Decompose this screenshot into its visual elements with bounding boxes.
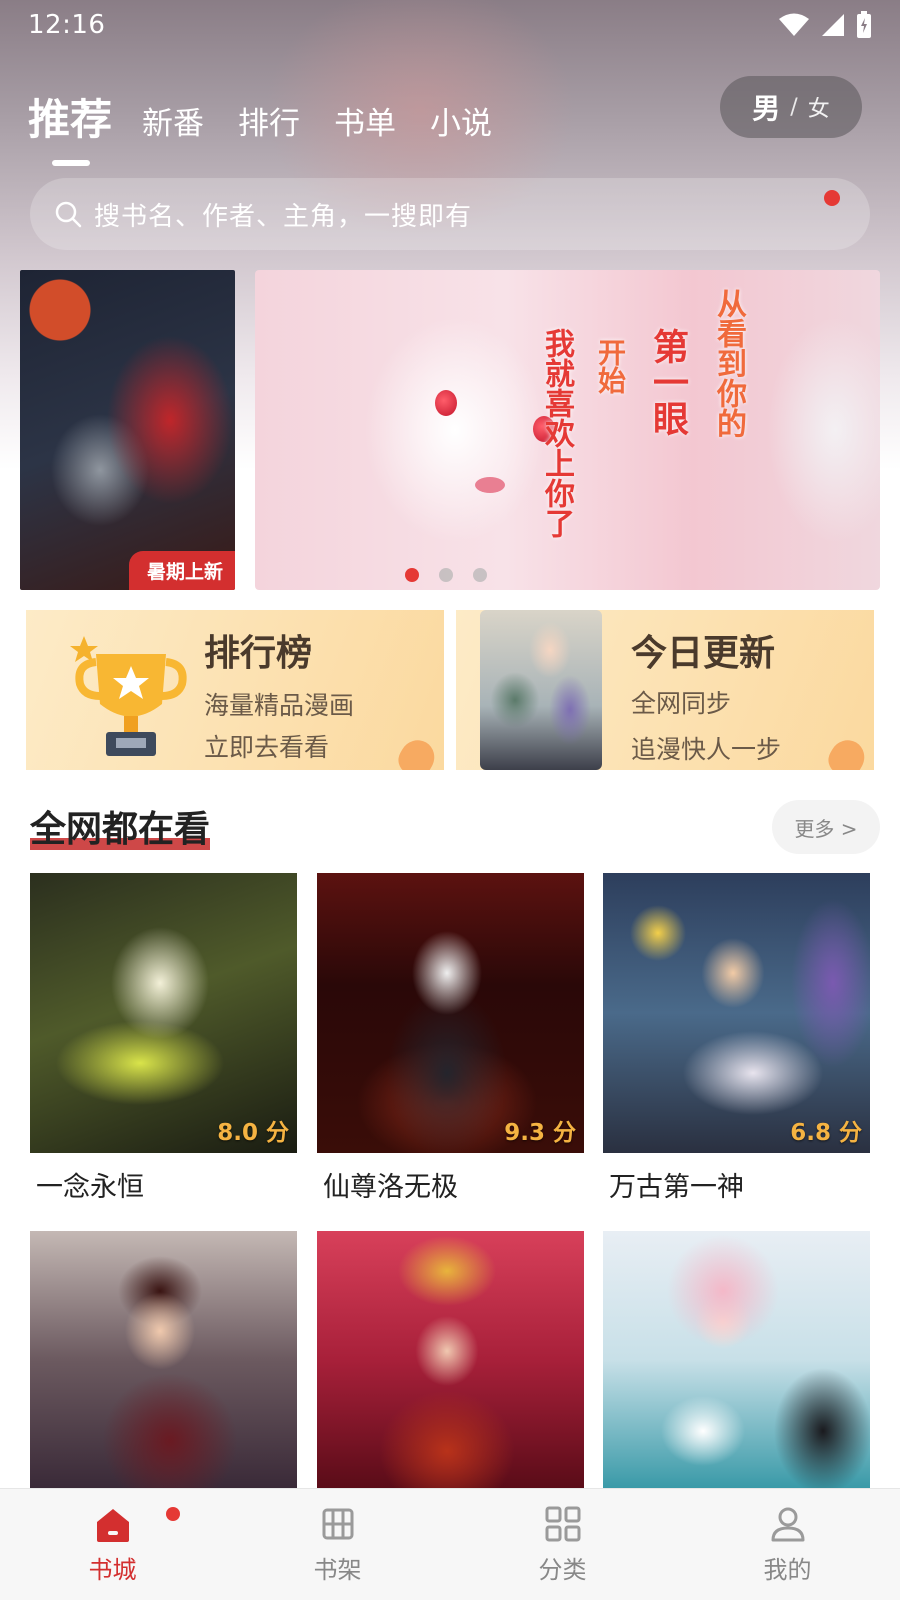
banner-caption-line: 开始 (594, 338, 627, 394)
nav-label: 分类 (538, 1556, 587, 1584)
search-bar[interactable]: 搜书名、作者、主角，一搜即有 (30, 178, 870, 250)
book-title: 仙尊洛无极 (323, 1172, 458, 1203)
ranking-card[interactable]: 排行榜 海量精品漫画 立即去看看 (26, 610, 444, 770)
book-card[interactable] (603, 1231, 870, 1488)
bottom-navigation: 书城 书架 分类 我的 (0, 1488, 900, 1600)
book-score: 6.8 分 (790, 1120, 862, 1146)
search-icon (55, 201, 82, 228)
book-title: 一念永恒 (36, 1172, 144, 1203)
nav-label: 书城 (88, 1556, 137, 1584)
today-card-line1: 全网同步 (631, 689, 732, 718)
banner-main[interactable]: 从看到你的 第一眼 开始 我就喜欢上你了 (255, 270, 880, 590)
trophy-icon (70, 636, 187, 756)
tab-recommend[interactable]: 推荐 (28, 94, 113, 166)
nav-notification-dot (166, 1507, 180, 1521)
banner-dot[interactable] (439, 568, 453, 582)
banner-caption-line: 从看到你的 (711, 288, 746, 438)
banner-tag: 暑期上新 (128, 551, 235, 590)
book-score: 9.3 分 (504, 1120, 576, 1146)
today-update-cover (480, 610, 602, 770)
profile-icon (771, 1507, 804, 1542)
gender-male-option[interactable]: 男 (752, 87, 780, 127)
ranking-card-title: 排行榜 (204, 633, 313, 674)
gender-female-option[interactable]: 女 (808, 91, 830, 123)
search-placeholder: 搜书名、作者、主角，一搜即有 (94, 201, 473, 232)
decorative-flame (823, 733, 871, 770)
status-bar: 12:16 (0, 0, 900, 50)
ranking-card-line1: 海量精品漫画 (204, 691, 355, 720)
tab-ranking[interactable]: 排行 (238, 102, 300, 146)
banner-art-mouth (475, 477, 505, 493)
category-icon (545, 1506, 580, 1542)
banner-caption-line: 我就喜欢上你了 (539, 328, 574, 538)
book-cover[interactable]: 6.8 分 (603, 873, 870, 1153)
book-title: 万古第一神 (609, 1172, 744, 1203)
more-button[interactable]: 更多 > (772, 800, 880, 854)
wifi-icon (779, 13, 809, 36)
book-cover[interactable]: 9.3 分 (317, 873, 584, 1153)
nav-bookstore[interactable]: 书城 (0, 1489, 225, 1600)
book-score: 8.0 分 (217, 1120, 289, 1146)
gender-separator: / (790, 94, 798, 120)
banner-caption: 从看到你的 第一眼 开始 我就喜欢上你了 (534, 288, 750, 538)
tab-active-indicator (52, 160, 90, 166)
tab-new-series[interactable]: 新番 (142, 102, 204, 146)
top-tabs: 推荐 新番 排行 书单 小说 (28, 76, 526, 166)
nav-profile[interactable]: 我的 (675, 1489, 900, 1600)
search-notification-dot (824, 190, 840, 206)
nav-label: 我的 (763, 1556, 812, 1584)
banner-pagination (405, 568, 487, 582)
book-card[interactable]: 6.8 分 万古第一神 (603, 873, 870, 1204)
book-card[interactable]: 8.0 分 一念永恒 (30, 873, 297, 1204)
status-time: 12:16 (28, 10, 106, 40)
today-card-title: 今日更新 (631, 633, 776, 674)
section-title: 全网都在看 (30, 809, 211, 850)
battery-icon (857, 11, 871, 38)
banner-secondary[interactable]: 暑期上新 (20, 270, 235, 590)
book-cover[interactable] (30, 1231, 297, 1488)
book-card[interactable] (317, 1231, 584, 1488)
gender-toggle[interactable]: 男 / 女 (720, 76, 862, 138)
banner-dot-active[interactable] (405, 568, 419, 582)
banner-caption-line: 第一眼 (647, 328, 689, 436)
banner-dot[interactable] (473, 568, 487, 582)
nav-label: 书架 (313, 1556, 362, 1584)
status-icons (778, 11, 872, 39)
book-card[interactable] (30, 1231, 297, 1488)
nav-category[interactable]: 分类 (450, 1489, 675, 1600)
signal-icon (822, 14, 844, 36)
home-icon (96, 1509, 129, 1542)
nav-bookshelf[interactable]: 书架 (225, 1489, 450, 1600)
book-card[interactable]: 9.3 分 仙尊洛无极 (317, 873, 584, 1204)
book-cover[interactable] (603, 1231, 870, 1488)
today-card-line2: 追漫快人一步 (631, 735, 782, 764)
banner-art-eye (435, 390, 457, 416)
book-cover[interactable] (317, 1231, 584, 1488)
tab-novel[interactable]: 小说 (430, 102, 492, 146)
tab-booklist[interactable]: 书单 (334, 102, 396, 146)
today-update-card[interactable]: 今日更新 全网同步 追漫快人一步 (456, 610, 874, 770)
decorative-flame (393, 733, 441, 770)
ranking-card-line2: 立即去看看 (204, 733, 330, 762)
book-cover[interactable]: 8.0 分 (30, 873, 297, 1153)
tab-recommend-label: 推荐 (28, 95, 113, 144)
bookshelf-icon (322, 1508, 353, 1540)
